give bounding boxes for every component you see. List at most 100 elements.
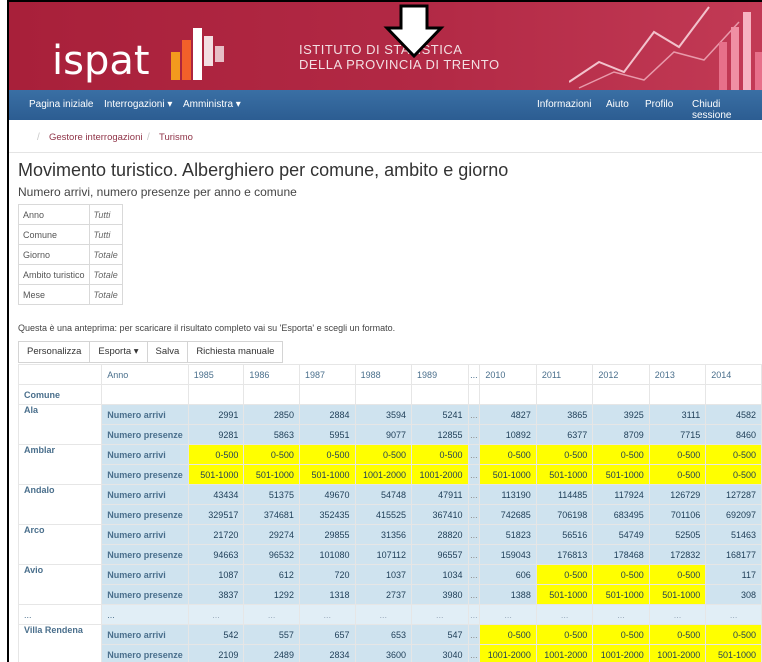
measure-label: Numero arrivi [101,404,189,425]
value-cell: 501-1000 [243,464,300,485]
ellipsis-cell: ... [648,604,707,625]
value-cell: 1034 [411,564,469,585]
value-cell: 1001-2000 [535,644,594,662]
value-cell: 52505 [648,524,707,545]
header-empty-cell [298,384,356,405]
filter-value[interactable]: Tutti [88,224,123,245]
nav-logout[interactable]: Chiudi sessione [692,99,762,121]
value-cell: 1388 [479,584,537,605]
value-cell: 0-500 [648,464,707,485]
value-cell: 692097 [705,504,762,525]
year-header[interactable]: 2010 [479,364,537,385]
year-header[interactable]: 1989 [411,364,469,385]
value-cell: 0-500 [479,444,537,465]
nav-profile[interactable]: Profilo [645,99,673,110]
year-header[interactable]: 2011 [535,364,594,385]
value-cell: 0-500 [354,444,413,465]
value-cell: 612 [243,564,300,585]
filter-label: Mese [18,284,90,305]
breadcrumb: / Gestore interrogazioni / Turismo [9,120,762,153]
year-header[interactable]: 1985 [187,364,245,385]
year-ellipsis[interactable]: ... [467,364,481,385]
value-cell: 653 [354,624,413,645]
filter-value[interactable]: Totale [88,284,123,305]
value-cell: 0-500 [648,444,707,465]
comune-name[interactable]: Avio [17,564,103,605]
manual-request-button[interactable]: Richiesta manuale [187,341,284,363]
comune-name[interactable]: Amblar [17,444,103,485]
comune-name[interactable]: Andalo [17,484,103,525]
value-cell: 501-1000 [479,464,537,485]
value-cell: 178468 [592,544,650,565]
value-cell: 47911 [411,484,469,505]
ellipsis-cell: ... [479,604,537,625]
header-empty-cell [243,384,300,405]
value-cell: 4582 [705,404,762,425]
year-header[interactable]: 2012 [592,364,650,385]
filter-row: Mese Totale [18,284,123,305]
header-decoration-icon [569,6,762,90]
header-empty-cell [648,384,707,405]
value-cell: 3040 [411,644,469,662]
table-row: Numero presenze 501-1000 501-1000 501-1000 1… [19,464,762,485]
value-cell: 720 [298,564,356,585]
breadcrumb-queries[interactable]: Gestore interrogazioni [49,132,142,143]
value-cell: 176813 [535,544,594,565]
comune-name[interactable]: Ala [17,404,103,445]
value-cell: 1318 [298,584,356,605]
value-cell: 0-500 [592,444,650,465]
ellipsis-cell: ... [705,604,762,625]
ispat-logo[interactable]: ispat [52,38,150,84]
value-cell: 1001-2000 [648,644,707,662]
filter-value[interactable]: Tutti [88,204,123,225]
value-cell: 0-500 [592,564,650,585]
value-cell: 3980 [411,584,469,605]
value-cell: 2737 [354,584,413,605]
filter-value[interactable]: Totale [88,244,123,265]
value-cell: 3600 [354,644,413,662]
nav-admin[interactable]: Amministra ▾ [183,99,241,110]
save-button[interactable]: Salva [146,341,189,363]
value-cell: 542 [187,624,245,645]
measure-label: Numero presenze [101,424,189,445]
value-cell: 374681 [243,504,300,525]
table-row: Ala Numero arrivi 2991 2850 2884 3594 5241... 4… [17,404,762,445]
filter-value[interactable]: Totale [88,264,123,285]
value-cell: 5241 [411,404,469,425]
value-cell: 2109 [187,644,245,662]
comune-name[interactable]: Villa Rendena [17,624,103,662]
comune-name[interactable]: Arco [17,524,103,565]
value-cell: 0-500 [535,624,594,645]
value-cell: 113190 [479,484,537,505]
year-header[interactable]: 2013 [648,364,707,385]
value-cell: 606 [479,564,537,585]
value-cell: 415525 [354,504,413,525]
page-title: Movimento turistico. Alberghiero per com… [18,160,509,180]
corner-label: Anno [101,364,189,385]
value-cell: 96532 [243,544,300,565]
nav-help[interactable]: Aiuto [606,99,629,110]
nav-info[interactable]: Informazioni [537,99,591,110]
year-header[interactable]: 1986 [243,364,300,385]
customize-button[interactable]: Personalizza [18,341,91,363]
header-empty-cell [592,384,650,405]
value-cell: 683495 [592,504,650,525]
data-grid: Anno 1985 1986 1987 1988 1989... 2010 2011 2012 2… [17,364,762,662]
table-row: Numero presenze 9281 5863 5951 9077 12855... 1… [19,424,762,445]
down-arrow-icon [383,4,445,58]
nav-queries[interactable]: Interrogazioni ▾ [104,99,172,110]
export-dropdown-button[interactable]: Esporta ▾ [89,341,148,363]
nav-home[interactable]: Pagina iniziale [29,99,94,110]
value-cell: 54749 [592,524,650,545]
ellipsis-measure: ... [101,604,189,625]
value-cell: 94663 [187,544,245,565]
header-empty-cell [535,384,594,405]
year-header[interactable]: 1988 [354,364,413,385]
year-header[interactable]: 1987 [298,364,356,385]
breadcrumb-separator: / [37,132,40,143]
value-cell: 501-1000 [592,464,650,485]
breadcrumb-tourism[interactable]: Turismo [159,132,193,143]
year-header[interactable]: 2014 [705,364,762,385]
value-cell: 0-500 [479,624,537,645]
table-row: Numero presenze 329517 374681 352435 415525 3… [19,504,762,525]
